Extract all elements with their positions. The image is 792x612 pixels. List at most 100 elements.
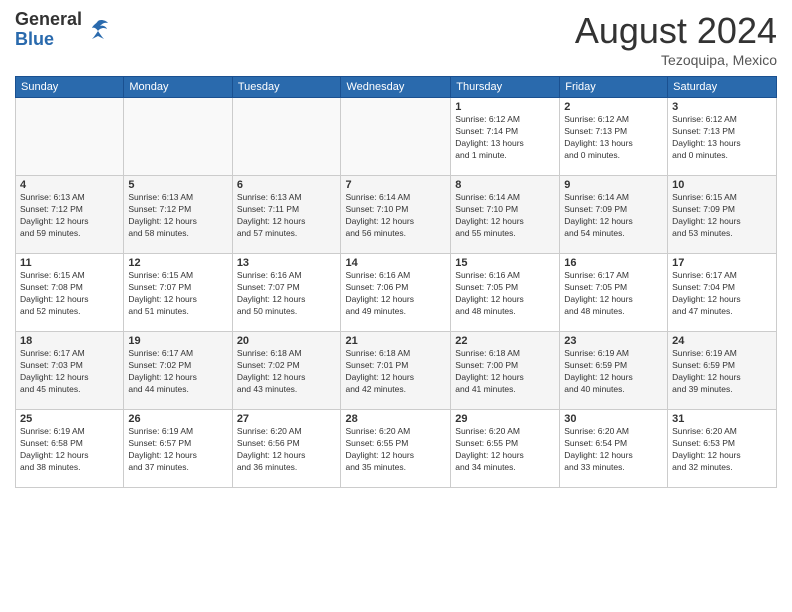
day-info: Sunrise: 6:18 AMSunset: 7:01 PMDaylight:… [345,348,446,396]
day-info-line: and 57 minutes. [237,228,337,240]
day-info-line: Sunrise: 6:15 AM [672,192,772,204]
day-info-line: Sunset: 7:08 PM [20,282,119,294]
day-info-line: Daylight: 12 hours [20,450,119,462]
day-info-line: Sunset: 7:10 PM [455,204,555,216]
day-info: Sunrise: 6:18 AMSunset: 7:00 PMDaylight:… [455,348,555,396]
day-info: Sunrise: 6:19 AMSunset: 6:58 PMDaylight:… [20,426,119,474]
table-row: 6Sunrise: 6:13 AMSunset: 7:11 PMDaylight… [232,176,341,254]
day-info-line: and 39 minutes. [672,384,772,396]
table-row: 31Sunrise: 6:20 AMSunset: 6:53 PMDayligh… [668,410,777,488]
day-info: Sunrise: 6:17 AMSunset: 7:03 PMDaylight:… [20,348,119,396]
day-info: Sunrise: 6:13 AMSunset: 7:12 PMDaylight:… [128,192,227,240]
day-info-line: and 41 minutes. [455,384,555,396]
day-info: Sunrise: 6:16 AMSunset: 7:06 PMDaylight:… [345,270,446,318]
day-info-line: Daylight: 12 hours [237,450,337,462]
day-info-line: Sunrise: 6:13 AM [128,192,227,204]
title-block: August 2024 Tezoquipa, Mexico [575,10,777,68]
day-number: 14 [345,257,446,269]
header-friday: Friday [560,77,668,98]
day-info: Sunrise: 6:12 AMSunset: 7:13 PMDaylight:… [564,114,663,162]
day-info: Sunrise: 6:19 AMSunset: 6:59 PMDaylight:… [672,348,772,396]
day-info-line: Sunset: 7:09 PM [672,204,772,216]
day-info: Sunrise: 6:20 AMSunset: 6:53 PMDaylight:… [672,426,772,474]
day-info-line: Sunrise: 6:12 AM [455,114,555,126]
day-info-line: Daylight: 12 hours [455,372,555,384]
day-number: 5 [128,179,227,191]
day-info: Sunrise: 6:19 AMSunset: 6:57 PMDaylight:… [128,426,227,474]
day-info-line: Daylight: 12 hours [345,372,446,384]
day-info-line: Sunset: 6:55 PM [455,438,555,450]
day-info: Sunrise: 6:20 AMSunset: 6:56 PMDaylight:… [237,426,337,474]
day-number: 11 [20,257,119,269]
day-info-line: Sunset: 6:54 PM [564,438,663,450]
day-info-line: and 56 minutes. [345,228,446,240]
calendar-header-row: Sunday Monday Tuesday Wednesday Thursday… [16,77,777,98]
day-info-line: Sunset: 6:56 PM [237,438,337,450]
day-info-line: Daylight: 12 hours [237,294,337,306]
day-info-line: Sunset: 7:09 PM [564,204,663,216]
table-row: 30Sunrise: 6:20 AMSunset: 6:54 PMDayligh… [560,410,668,488]
day-info-line: Sunset: 7:01 PM [345,360,446,372]
day-info-line: Sunrise: 6:19 AM [128,426,227,438]
day-info-line: Sunset: 6:59 PM [564,360,663,372]
day-info: Sunrise: 6:12 AMSunset: 7:14 PMDaylight:… [455,114,555,162]
day-info-line: and 51 minutes. [128,306,227,318]
day-number: 18 [20,335,119,347]
day-info: Sunrise: 6:13 AMSunset: 7:12 PMDaylight:… [20,192,119,240]
table-row: 9Sunrise: 6:14 AMSunset: 7:09 PMDaylight… [560,176,668,254]
day-info-line: and 52 minutes. [20,306,119,318]
day-info-line: Sunrise: 6:12 AM [672,114,772,126]
day-info-line: Sunrise: 6:18 AM [345,348,446,360]
day-info-line: Sunrise: 6:13 AM [237,192,337,204]
day-info-line: Daylight: 12 hours [564,216,663,228]
logo: General Blue [15,10,110,50]
day-number: 19 [128,335,227,347]
day-info-line: Sunset: 7:11 PM [237,204,337,216]
table-row [124,98,232,176]
day-info-line: Sunset: 7:14 PM [455,126,555,138]
day-number: 21 [345,335,446,347]
day-info-line: Daylight: 12 hours [455,216,555,228]
table-row: 29Sunrise: 6:20 AMSunset: 6:55 PMDayligh… [451,410,560,488]
day-number: 10 [672,179,772,191]
day-info-line: Daylight: 12 hours [672,372,772,384]
table-row: 25Sunrise: 6:19 AMSunset: 6:58 PMDayligh… [16,410,124,488]
day-info-line: Daylight: 12 hours [345,216,446,228]
location-subtitle: Tezoquipa, Mexico [575,52,777,68]
day-number: 23 [564,335,663,347]
table-row: 22Sunrise: 6:18 AMSunset: 7:00 PMDayligh… [451,332,560,410]
day-info: Sunrise: 6:17 AMSunset: 7:05 PMDaylight:… [564,270,663,318]
day-info-line: Daylight: 12 hours [564,450,663,462]
day-info-line: Daylight: 13 hours [564,138,663,150]
day-info-line: Sunrise: 6:13 AM [20,192,119,204]
day-number: 22 [455,335,555,347]
day-info-line: Sunrise: 6:20 AM [564,426,663,438]
day-number: 2 [564,101,663,113]
day-info-line: Daylight: 12 hours [128,450,227,462]
day-info-line: Sunset: 7:06 PM [345,282,446,294]
day-number: 20 [237,335,337,347]
day-number: 29 [455,413,555,425]
day-info-line: Sunrise: 6:14 AM [345,192,446,204]
day-info-line: Sunset: 7:00 PM [455,360,555,372]
day-info-line: Sunset: 7:02 PM [128,360,227,372]
table-row: 12Sunrise: 6:15 AMSunset: 7:07 PMDayligh… [124,254,232,332]
day-info-line: Sunrise: 6:19 AM [672,348,772,360]
day-info-line: Daylight: 12 hours [128,372,227,384]
day-info-line: and 36 minutes. [237,462,337,474]
day-number: 27 [237,413,337,425]
day-info-line: Sunset: 6:59 PM [672,360,772,372]
table-row: 15Sunrise: 6:16 AMSunset: 7:05 PMDayligh… [451,254,560,332]
day-number: 9 [564,179,663,191]
day-number: 31 [672,413,772,425]
day-info-line: Sunrise: 6:14 AM [455,192,555,204]
day-info-line: Daylight: 12 hours [672,216,772,228]
logo-bird-icon [86,19,110,41]
day-info-line: Sunrise: 6:15 AM [20,270,119,282]
day-info-line: Sunset: 7:07 PM [237,282,337,294]
day-info-line: Sunset: 6:55 PM [345,438,446,450]
day-info-line: Sunrise: 6:17 AM [20,348,119,360]
day-info-line: Sunrise: 6:17 AM [672,270,772,282]
table-row: 5Sunrise: 6:13 AMSunset: 7:12 PMDaylight… [124,176,232,254]
day-info-line: and 1 minute. [455,150,555,162]
